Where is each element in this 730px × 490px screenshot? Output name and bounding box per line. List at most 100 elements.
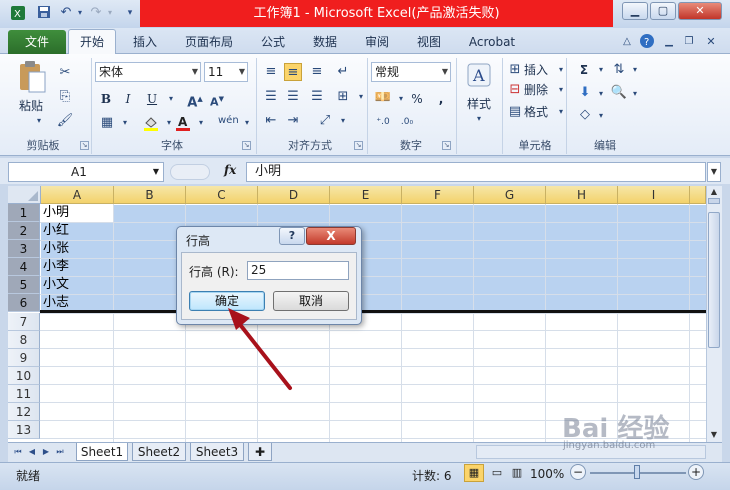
font-launcher-icon[interactable]: ↘ xyxy=(242,141,251,150)
cell-a2[interactable]: 小红 xyxy=(43,222,69,240)
zoom-in-icon[interactable]: + xyxy=(688,464,704,480)
format-cells-icon[interactable]: ▤ xyxy=(506,103,524,121)
align-center-icon[interactable]: ☰ xyxy=(284,88,302,106)
row-height-input[interactable]: 25 xyxy=(247,261,349,280)
tab-page-layout[interactable]: 页面布局 xyxy=(178,30,240,54)
clipboard-launcher-icon[interactable]: ↘ xyxy=(80,141,89,150)
tab-formulas[interactable]: 公式 xyxy=(252,30,294,54)
row-header-9[interactable]: 9 xyxy=(8,349,40,367)
workbook-minimize-icon[interactable]: ▁ xyxy=(660,33,678,51)
row-header-6[interactable]: 6 xyxy=(8,294,40,312)
tab-insert[interactable]: 插入 xyxy=(124,30,166,54)
tab-view[interactable]: 视图 xyxy=(408,30,450,54)
column-header-c[interactable]: C xyxy=(186,186,258,204)
tab-data[interactable]: 数据 xyxy=(304,30,346,54)
excel-logo-icon[interactable]: X xyxy=(10,5,26,21)
name-box[interactable]: A1 ▼ xyxy=(8,162,164,182)
sheet-tab-sheet1[interactable]: Sheet1 xyxy=(76,443,128,461)
insert-cells-icon[interactable]: ⊞ xyxy=(506,61,524,79)
number-launcher-icon[interactable]: ↘ xyxy=(442,141,451,150)
grow-font-icon[interactable]: A▲ xyxy=(186,90,204,110)
zoom-level[interactable]: 100% xyxy=(530,467,564,481)
minimize-button[interactable]: ▁ xyxy=(622,2,648,20)
cell-a6[interactable]: 小志 xyxy=(43,294,69,312)
styles-dropdown-icon[interactable]: ▾ xyxy=(470,110,488,128)
cell-a3[interactable]: 小张 xyxy=(43,240,69,258)
column-header-e[interactable]: E xyxy=(330,186,402,204)
workbook-close-icon[interactable]: ✕ xyxy=(702,33,720,51)
row-header-4[interactable]: 4 xyxy=(8,258,40,276)
autosum-button[interactable]: Σ xyxy=(576,60,592,80)
next-sheet-icon[interactable]: ▶ xyxy=(40,446,52,458)
font-color-icon[interactable]: A xyxy=(174,114,192,132)
column-header-partial[interactable] xyxy=(690,186,706,204)
decrease-indent-icon[interactable]: ⇤ xyxy=(262,112,280,130)
comma-style-button[interactable]: , xyxy=(432,89,450,109)
row-header-8[interactable]: 8 xyxy=(8,331,40,349)
cell-a5[interactable]: 小文 xyxy=(43,276,69,294)
font-name-combo[interactable]: 宋体 ▼ xyxy=(95,62,201,82)
merge-center-icon[interactable]: ⊞ xyxy=(334,88,352,106)
borders-icon[interactable]: ▦ xyxy=(98,114,116,132)
zoom-out-icon[interactable]: − xyxy=(570,464,586,480)
split-box[interactable] xyxy=(708,198,720,204)
underline-dropdown-icon[interactable]: ▾ xyxy=(162,90,180,108)
phonetic-dropdown-icon[interactable]: ▾ xyxy=(238,114,256,132)
column-header-b[interactable]: B xyxy=(114,186,186,204)
cell-a1[interactable]: 小明 xyxy=(43,204,69,222)
undo-dropdown-icon[interactable]: ▾ xyxy=(72,5,88,21)
expand-formula-bar-icon[interactable]: ▼ xyxy=(707,162,721,182)
formula-input[interactable]: 小明 xyxy=(246,162,706,182)
dialog-help-button[interactable]: ? xyxy=(279,227,305,245)
workbook-restore-icon[interactable]: ❐ xyxy=(680,33,698,51)
shrink-font-icon[interactable]: A▼ xyxy=(208,90,226,109)
row-header-11[interactable]: 11 xyxy=(8,385,40,403)
select-all-button[interactable] xyxy=(8,186,41,204)
prev-sheet-icon[interactable]: ◀ xyxy=(26,446,38,458)
format-dropdown-icon[interactable]: ▾ xyxy=(552,103,570,121)
tab-review[interactable]: 审阅 xyxy=(356,30,398,54)
font-size-combo[interactable]: 11 ▼ xyxy=(204,62,248,82)
number-format-combo[interactable]: 常规 ▼ xyxy=(371,62,451,82)
sheet-tab-sheet3[interactable]: Sheet3 xyxy=(190,443,244,461)
row-header-3[interactable]: 3 xyxy=(8,240,40,258)
normal-view-icon[interactable]: ▦ xyxy=(464,464,484,482)
scroll-down-icon[interactable]: ▼ xyxy=(708,430,720,440)
tab-home[interactable]: 开始 xyxy=(68,29,116,55)
sort-dropdown-icon[interactable]: ▾ xyxy=(626,61,644,79)
zoom-slider-thumb[interactable] xyxy=(634,465,640,479)
align-bottom-icon[interactable]: ≡ xyxy=(308,63,326,81)
save-icon[interactable] xyxy=(36,5,52,21)
redo-dropdown-icon[interactable]: ▾ xyxy=(102,5,118,21)
insert-function-icon[interactable]: fx xyxy=(224,163,236,177)
row-header-2[interactable]: 2 xyxy=(8,222,40,240)
borders-dropdown-icon[interactable]: ▾ xyxy=(116,114,134,132)
format-button[interactable]: 格式 xyxy=(524,102,554,122)
scroll-up-icon[interactable]: ▲ xyxy=(708,188,720,196)
minimize-ribbon-icon[interactable]: △ xyxy=(618,33,636,51)
customize-qat-icon[interactable]: ▾ xyxy=(122,5,138,21)
column-header-i[interactable]: I xyxy=(618,186,690,204)
first-sheet-icon[interactable]: ⏮ xyxy=(12,446,24,458)
wrap-text-icon[interactable]: ↵ xyxy=(334,63,352,81)
fill-dropdown-icon[interactable]: ▾ xyxy=(592,85,610,103)
last-sheet-icon[interactable]: ⏭ xyxy=(54,446,66,458)
find-dropdown-icon[interactable]: ▾ xyxy=(626,85,644,103)
font-color-dropdown-icon[interactable]: ▾ xyxy=(192,114,210,132)
phonetic-guide-icon[interactable]: wén xyxy=(218,112,239,130)
dialog-close-button[interactable]: X xyxy=(306,227,356,245)
column-header-d[interactable]: D xyxy=(258,186,330,204)
delete-button[interactable]: 删除 xyxy=(524,80,554,100)
autosum-dropdown-icon[interactable]: ▾ xyxy=(592,61,610,79)
tab-file[interactable]: 文件 xyxy=(8,30,66,54)
percent-style-button[interactable]: % xyxy=(408,89,426,109)
delete-cells-icon[interactable]: ⊟ xyxy=(506,81,524,99)
decrease-decimal-icon[interactable]: .0₀ xyxy=(398,113,416,131)
column-header-g[interactable]: G xyxy=(474,186,546,204)
row-header-1[interactable]: 1 xyxy=(8,204,40,222)
paste-icon[interactable] xyxy=(16,60,48,94)
delete-dropdown-icon[interactable]: ▾ xyxy=(552,81,570,99)
insert-sheet-icon[interactable]: ✚ xyxy=(248,443,272,461)
row-header-7[interactable]: 7 xyxy=(8,313,40,331)
clear-dropdown-icon[interactable]: ▾ xyxy=(592,107,610,125)
